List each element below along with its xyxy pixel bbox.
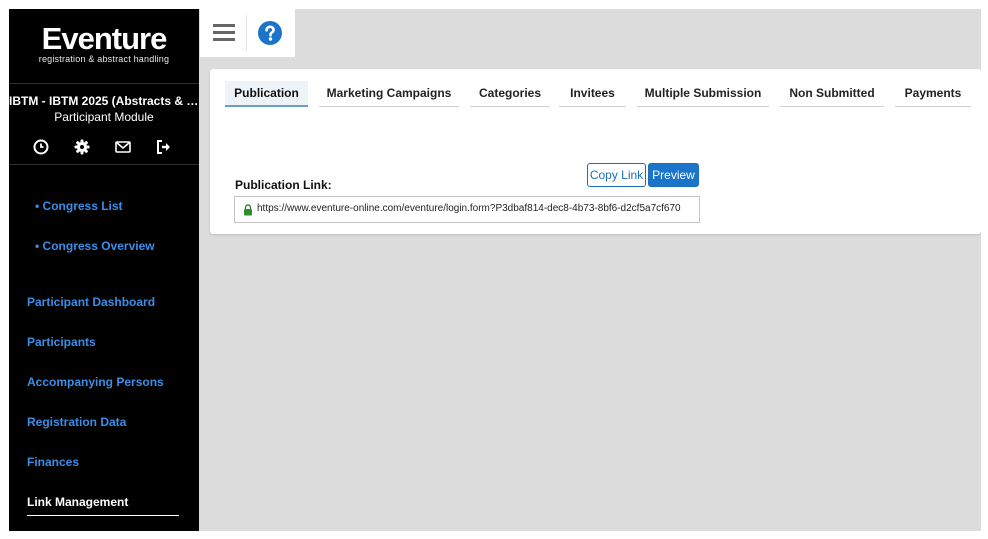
preview-button[interactable]: Preview xyxy=(648,163,699,187)
logo: Eventure registration & abstract handlin… xyxy=(9,21,199,65)
copy-link-button[interactable]: Copy Link xyxy=(587,163,646,187)
tab-marketing-campaigns[interactable]: Marketing Campaigns xyxy=(319,81,459,107)
tab-invitees[interactable]: Invitees xyxy=(559,81,626,107)
tab-publication[interactable]: Publication xyxy=(225,81,308,107)
sidebar-item-participants[interactable]: Participants xyxy=(27,335,96,349)
publication-link-url: https://www.eventure-online.com/eventure… xyxy=(257,203,681,214)
publication-link-field[interactable]: https://www.eventure-online.com/eventure… xyxy=(234,196,700,223)
active-item-underline xyxy=(27,515,179,516)
sidebar-icon-bar xyxy=(9,138,199,158)
congress-title: IBTM - IBTM 2025 (Abstracts & Par... xyxy=(9,94,199,108)
sidebar-divider xyxy=(9,83,199,84)
sidebar-item-congress-overview[interactable]: • Congress Overview xyxy=(35,239,155,253)
sidebar-divider xyxy=(9,164,199,165)
logo-subtitle: registration & abstract handling xyxy=(38,54,170,64)
sidebar-item-accompanying-persons[interactable]: Accompanying Persons xyxy=(27,375,164,389)
publication-link-label: Publication Link: xyxy=(235,178,332,192)
toolbar-divider xyxy=(246,15,247,51)
tab-categories[interactable]: Categories xyxy=(470,81,550,107)
gear-icon[interactable] xyxy=(73,138,93,158)
clock-icon[interactable] xyxy=(32,138,52,158)
tab-multiple-submission[interactable]: Multiple Submission xyxy=(637,81,769,107)
tab-non-submitted[interactable]: Non Submitted xyxy=(780,81,884,107)
sidebar-item-finances[interactable]: Finances xyxy=(27,455,79,469)
envelope-icon[interactable] xyxy=(114,138,134,158)
hamburger-icon[interactable] xyxy=(213,24,235,42)
sidebar-item-participant-dashboard[interactable]: Participant Dashboard xyxy=(27,295,155,309)
sidebar: Eventure registration & abstract handlin… xyxy=(9,9,199,531)
top-toolbar xyxy=(200,9,295,57)
logout-icon[interactable] xyxy=(155,138,175,158)
sidebar-item-registration-data[interactable]: Registration Data xyxy=(27,415,126,429)
help-icon[interactable] xyxy=(258,21,282,45)
lock-icon xyxy=(243,203,253,216)
sidebar-item-congress-list[interactable]: • Congress List xyxy=(35,199,123,213)
logo-title: Eventure xyxy=(41,21,168,56)
content-panel: Publication Marketing Campaigns Categori… xyxy=(210,69,981,234)
tab-payments[interactable]: Payments xyxy=(895,81,971,107)
app-frame: Eventure registration & abstract handlin… xyxy=(9,9,981,531)
module-label: Participant Module xyxy=(54,110,154,124)
sidebar-item-link-management[interactable]: Link Management xyxy=(27,495,128,509)
